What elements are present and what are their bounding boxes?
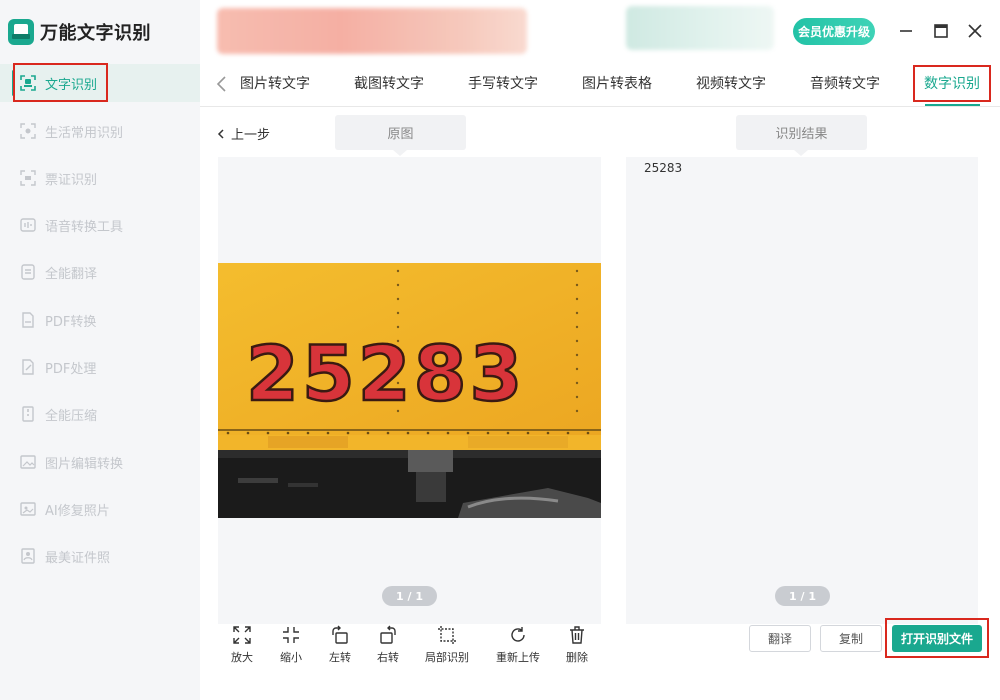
sidebar-item-ticket-recognition[interactable]: 票证识别 [0,159,200,197]
back-link[interactable]: 上一步 [216,124,270,143]
original-image-label: 原图 [335,115,466,156]
sidebar-item-life-recognition[interactable]: 生活常用识别 [0,112,200,150]
sidebar-item-label: PDF转换 [45,314,97,330]
left-page-indicator: 1 / 1 [382,586,437,606]
sidebar-item-label: PDF处理 [45,361,97,377]
rotate-left-icon [332,625,348,644]
rotate-left-tool[interactable]: 左转 [315,625,365,665]
compress-icon [20,406,36,422]
sidebar-item-pdf-convert[interactable]: PDF转换 [0,301,200,339]
tab-image-to-table[interactable]: 图片转表格 [582,73,652,95]
tool-label: 放大 [231,651,253,664]
tool-label: 右转 [377,651,399,664]
top-header: 会员优惠升级 [200,0,1000,63]
ai-photo-icon [20,501,36,517]
tool-label: 局部识别 [425,651,469,664]
sidebar-item-label: 生活常用识别 [45,125,124,141]
translate-icon [20,264,36,280]
tab-audio-to-text[interactable]: 音频转文字 [810,73,880,95]
reupload-icon [511,627,525,642]
image-edit-icon [20,454,36,470]
minimize-icon[interactable] [897,20,915,42]
sidebar-item-translate[interactable]: 全能翻译 [0,253,200,291]
chevron-left-icon [217,128,224,139]
chevron-left-icon[interactable] [214,73,230,95]
sidebar-item-label: 图片编辑转换 [45,456,124,472]
pdf-icon [20,312,36,328]
photo-number: 25283 [246,329,525,418]
scan-icon [20,123,36,139]
result-panel[interactable] [626,157,978,624]
tool-label: 缩小 [280,651,302,664]
result-text[interactable]: 25283 [644,161,682,175]
photo-graphic: 25283 [218,263,601,518]
expand-icon [233,626,251,644]
ticket-icon [20,170,36,186]
highlight-box-open-file [885,618,989,658]
sidebar-item-label: 全能翻译 [45,266,98,282]
tool-label: 重新上传 [496,651,540,664]
zoom-out-tool[interactable]: 缩小 [266,625,316,665]
app-logo: 万能文字识别 [8,16,151,48]
sidebar-item-image-edit[interactable]: 图片编辑转换 [0,443,200,481]
id-photo-icon [20,548,36,564]
blurred-banner [217,8,527,54]
maximize-icon[interactable] [932,20,950,42]
tab-handwriting-to-text[interactable]: 手写转文字 [468,73,538,95]
right-page-indicator: 1 / 1 [775,586,830,606]
highlight-box-tab [913,65,991,102]
delete-tool[interactable]: 删除 [552,625,602,665]
feature-tabs: 图片转文字 截图转文字 手写转文字 图片转表格 视频转文字 音频转文字 数字识别 [200,63,1000,107]
result-label: 识别结果 [736,115,867,156]
reupload-tool[interactable]: 重新上传 [493,625,543,665]
highlight-box-sidebar [13,63,108,102]
trash-icon [570,626,584,644]
sidebar-item-label: 票证识别 [45,172,98,188]
vip-upgrade-button[interactable]: 会员优惠升级 [793,18,875,45]
sidebar-item-label: 语音转换工具 [45,219,124,235]
tool-label: 左转 [329,651,351,664]
app-window: 万能文字识别 文字识别 生活常用识别 票证识别 语音转换工具 全能翻译 PDF转… [0,0,1000,700]
sidebar-item-id-photo[interactable]: 最美证件照 [0,537,200,575]
sidebar: 万能文字识别 文字识别 生活常用识别 票证识别 语音转换工具 全能翻译 PDF转… [0,0,200,700]
copy-button[interactable]: 复制 [820,625,882,652]
sidebar-item-label: 最美证件照 [45,550,111,566]
rotate-right-tool[interactable]: 右转 [363,625,413,665]
pdf-edit-icon [20,359,36,375]
zoom-in-tool[interactable]: 放大 [217,625,267,665]
tab-video-to-text[interactable]: 视频转文字 [696,73,766,95]
shrink-icon [283,627,299,643]
sidebar-item-label: 全能压缩 [45,408,98,424]
sidebar-item-ai-photo-repair[interactable]: AI修复照片 [0,490,200,528]
audio-icon [20,217,36,233]
app-title: 万能文字识别 [40,23,151,44]
sidebar-item-label: AI修复照片 [45,503,110,519]
blurred-user-info [626,6,774,50]
scanner-logo-icon [8,19,34,45]
tab-screenshot-to-text[interactable]: 截图转文字 [354,73,424,95]
partial-recognition-tool[interactable]: 局部识别 [422,625,472,665]
sidebar-item-audio-tools[interactable]: 语音转换工具 [0,206,200,244]
sidebar-item-pdf-process[interactable]: PDF处理 [0,348,200,386]
rotate-right-icon [380,625,396,644]
close-icon[interactable] [966,20,984,42]
active-tab-indicator [925,104,980,106]
tab-image-to-text[interactable]: 图片转文字 [240,73,310,95]
sidebar-item-compress[interactable]: 全能压缩 [0,395,200,433]
crop-icon [438,626,456,644]
translate-button[interactable]: 翻译 [749,625,811,652]
uploaded-image: 25283 [218,263,601,518]
tool-label: 删除 [566,651,588,664]
back-label: 上一步 [231,128,271,143]
